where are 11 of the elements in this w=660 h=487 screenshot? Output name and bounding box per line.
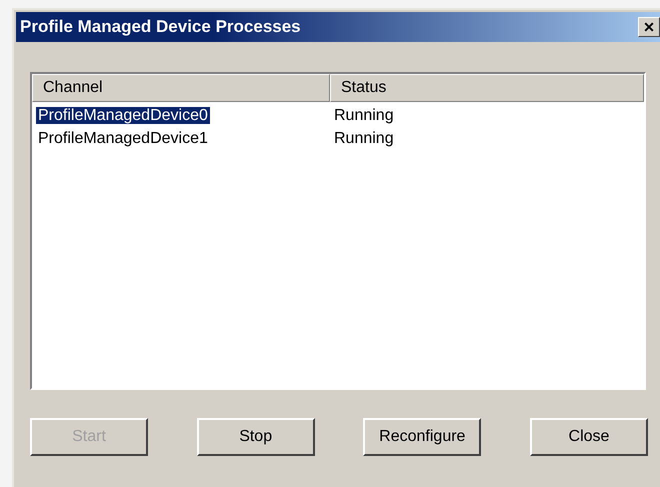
table-cell-text: Running: [334, 128, 394, 148]
dialog-button[interactable]: Close: [530, 418, 648, 456]
close-button[interactable]: ×: [638, 17, 660, 37]
dialog-button[interactable]: Reconfigure: [363, 418, 482, 456]
table-cell[interactable]: ProfileManagedDevice1: [36, 130, 210, 146]
column-header[interactable]: Status: [330, 74, 644, 102]
column-header[interactable]: Channel: [32, 74, 330, 102]
dialog-button[interactable]: Stop: [196, 418, 315, 456]
table-cell[interactable]: ProfileManagedDevice0: [36, 106, 210, 124]
table-cell-text: Running: [334, 106, 394, 126]
window-title: Profile Managed Device Processes: [20, 16, 302, 38]
